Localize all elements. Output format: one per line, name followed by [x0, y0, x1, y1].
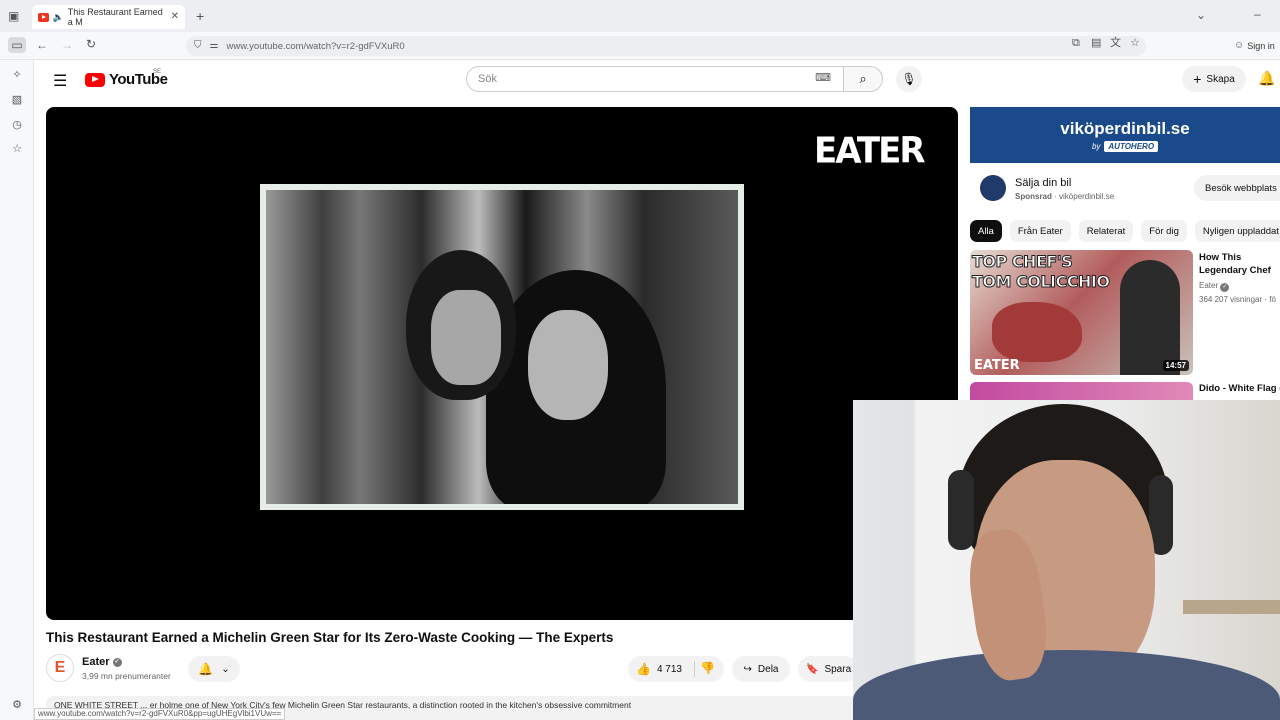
- ad-brand: viköperdinbil.se: [1060, 118, 1190, 138]
- microphone-icon: 🎙: [901, 72, 917, 86]
- reader-view-icon[interactable]: ▤: [1091, 38, 1101, 49]
- like-divider: [694, 661, 695, 677]
- menu-hamburger-icon[interactable]: ☰: [53, 71, 67, 91]
- chip-from-eater[interactable]: Från Eater: [1009, 220, 1071, 242]
- sidebar-toggle-icon[interactable]: ▭: [8, 37, 26, 53]
- bell-icon: 🔔: [198, 662, 214, 676]
- status-bar-url: www.youtube.com/watch?v=r2-gdFVXuR0&pp=u…: [34, 708, 286, 720]
- translate-icon[interactable]: 文: [1110, 38, 1121, 49]
- like-count: 4 713: [656, 663, 682, 675]
- thumbnail-text-line2: TOM COLICCHIO: [971, 272, 1110, 292]
- collections-icon[interactable]: ▧: [10, 93, 24, 107]
- ad-sponsored: Sponsrad: [1015, 192, 1052, 201]
- copilot-icon[interactable]: ✧: [10, 68, 24, 82]
- reload-icon[interactable]: ↻: [86, 38, 96, 50]
- search-placeholder: Sök: [478, 73, 497, 85]
- browser-tab[interactable]: 🔈 This Restaurant Earned a M ✕: [32, 5, 185, 29]
- shield-icon[interactable]: ⛉: [194, 41, 202, 51]
- verified-icon: ✓: [1220, 283, 1230, 292]
- settings-gear-icon[interactable]: ⚙: [10, 698, 24, 712]
- close-tab-icon[interactable]: ✕: [171, 12, 179, 22]
- back-icon[interactable]: ←: [36, 39, 48, 51]
- screenshot-icon[interactable]: ⧉: [1072, 38, 1080, 49]
- ad-title[interactable]: Sälja din bil: [1015, 177, 1071, 189]
- ad-avatar[interactable]: [980, 175, 1006, 201]
- save-label: Spara: [824, 663, 852, 675]
- visit-website-button[interactable]: Besök webbplats: [1194, 175, 1280, 201]
- recommendation-title[interactable]: How This Legendary Chef Has Run a Succes…: [1199, 251, 1280, 278]
- channel-name[interactable]: Eater: [82, 656, 110, 668]
- chip-related[interactable]: Relaterat: [1078, 220, 1134, 242]
- address-bar[interactable]: ⛉ ⚌ www.youtube.com/watch?v=r2-gdFVXuR0: [186, 36, 1146, 56]
- region-code: SE: [153, 69, 162, 75]
- chip-recently-uploaded[interactable]: Nyligen uppladdat: [1194, 220, 1280, 242]
- video-frame-photo: [260, 184, 744, 510]
- thumbnail-text-line1: TOP CHEF'S: [971, 252, 1073, 272]
- search-icon: ⌕: [859, 71, 867, 86]
- new-tab-icon[interactable]: +: [196, 9, 204, 23]
- history-icon[interactable]: ◷: [10, 118, 24, 132]
- favorite-star-icon[interactable]: ☆: [1130, 38, 1140, 49]
- search-input[interactable]: Sök ⌨: [466, 66, 844, 92]
- youtube-play-icon: [85, 72, 105, 87]
- keyboard-icon[interactable]: ⌨: [815, 73, 831, 84]
- ad-meta: Sponsrad · viköperdinbil.se: [1015, 192, 1115, 201]
- create-label: Skapa: [1206, 73, 1235, 85]
- create-button[interactable]: + Skapa: [1182, 66, 1246, 92]
- minimize-icon[interactable]: –: [1254, 8, 1261, 20]
- youtube-favicon-icon: [38, 12, 49, 22]
- subscriber-count: 3,99 mn prenumeranter: [82, 671, 171, 681]
- save-button[interactable]: 🔖 Spara: [798, 656, 858, 682]
- voice-search-button[interactable]: 🎙: [896, 66, 922, 92]
- channel-avatar[interactable]: E: [46, 654, 74, 682]
- channel-watermark: EATER: [814, 130, 925, 172]
- ad-byline: by AUTOHERO: [1091, 140, 1159, 152]
- search-button[interactable]: ⌕: [843, 66, 883, 92]
- favorites-icon[interactable]: ☆: [10, 142, 24, 156]
- subscription-bell-button[interactable]: 🔔 ⌄: [188, 656, 240, 682]
- chevron-down-icon: ⌄: [221, 663, 230, 675]
- youtube-logo[interactable]: YouTube SE: [85, 69, 168, 88]
- recommendation-thumbnail[interactable]: [970, 382, 1193, 400]
- share-label: Dela: [757, 663, 779, 675]
- channel-name-row[interactable]: Eater ✓: [82, 656, 122, 668]
- tab-overview-icon[interactable]: ▣: [8, 10, 19, 22]
- duration-badge: 14:57: [1162, 360, 1189, 371]
- ad-banner[interactable]: viköperdinbil.se by AUTOHERO: [970, 107, 1280, 163]
- thumbnail-tag: EATER: [974, 358, 1020, 373]
- thumbs-down-icon[interactable]: 👎: [700, 661, 715, 675]
- sign-in-button[interactable]: ☺ Sign in: [1234, 37, 1275, 55]
- ad-partner: AUTOHERO: [1104, 140, 1159, 152]
- ad-domain: viköperdinbil.se: [1059, 192, 1115, 201]
- url-text[interactable]: www.youtube.com/watch?v=r2-gdFVXuR0: [226, 41, 404, 52]
- share-arrow-icon: ↪: [743, 663, 752, 675]
- recommendation-title[interactable]: Dido - White Flag (Official Video): [1199, 383, 1280, 394]
- verified-icon: ✓: [112, 657, 122, 667]
- recommendation-channel-name: Eater: [1199, 281, 1219, 290]
- browser-sidebar: ✧ ▧ ◷ ☆ ⚙: [0, 60, 34, 720]
- tab-title: This Restaurant Earned a M: [67, 7, 163, 27]
- filter-chips: Alla Från Eater Relaterat För dig Nylige…: [970, 220, 1280, 242]
- share-button[interactable]: ↪ Dela: [732, 656, 790, 682]
- bookmark-icon: 🔖: [806, 663, 819, 675]
- recommendation-channel: Eater ✓: [1199, 281, 1230, 292]
- chip-for-you[interactable]: För dig: [1141, 220, 1187, 242]
- speaker-icon[interactable]: 🔈: [53, 12, 64, 22]
- browser-tab-bar: ▣ 🔈 This Restaurant Earned a M ✕ + ⌄ –: [0, 0, 1280, 32]
- account-icon: ☺: [1234, 40, 1245, 51]
- notifications-bell-icon[interactable]: 🔔: [1258, 70, 1275, 87]
- forward-icon[interactable]: →: [61, 39, 73, 51]
- ad-by: by: [1091, 141, 1101, 151]
- archival-photo: [266, 190, 738, 504]
- chip-all[interactable]: Alla: [970, 220, 1002, 242]
- recommendation-views: 364 207 visningar · fö: [1199, 295, 1276, 304]
- video-title: This Restaurant Earned a Michelin Green …: [46, 630, 614, 645]
- chevron-down-icon[interactable]: ⌄: [1196, 9, 1206, 21]
- site-settings-icon[interactable]: ⚌: [210, 41, 219, 51]
- sign-in-label: Sign in: [1247, 41, 1275, 51]
- thumbs-up-icon: 👍: [636, 662, 651, 676]
- plus-icon: +: [1193, 71, 1202, 87]
- recommendation-thumbnail[interactable]: TOP CHEF'S TOM COLICCHIO EATER 14:57: [970, 250, 1193, 375]
- webcam-overlay: [853, 400, 1280, 720]
